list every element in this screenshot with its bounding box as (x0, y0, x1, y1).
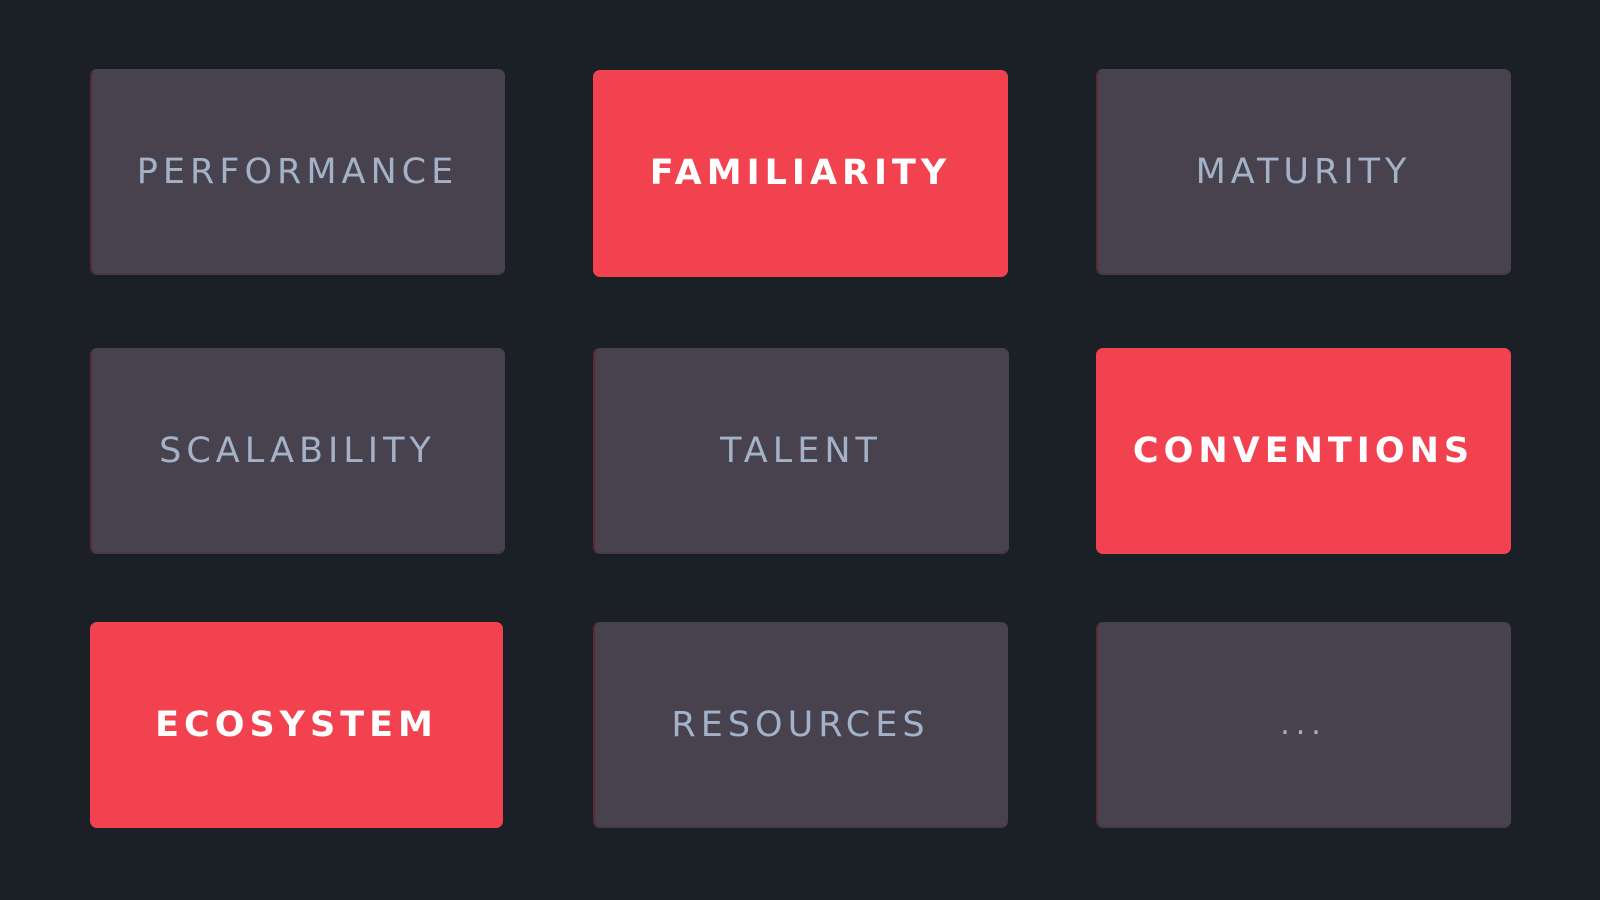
tile-grid: PERFORMANCE FAMILIARITY MATURITY SCALABI… (0, 0, 1600, 900)
tile-ecosystem[interactable]: ECOSYSTEM (90, 622, 503, 828)
tile-maturity[interactable]: MATURITY (1096, 69, 1511, 275)
tile-label: ECOSYSTEM (155, 704, 438, 745)
tile-talent[interactable]: TALENT (593, 348, 1009, 554)
tile-label: FAMILIARITY (649, 153, 952, 193)
more-ellipsis: ... (1280, 707, 1327, 742)
tile-label: RESOURCES (671, 704, 930, 745)
tile-label: MATURITY (1195, 151, 1412, 192)
tile-scalability[interactable]: SCALABILITY (90, 348, 505, 554)
tile-performance[interactable]: PERFORMANCE (90, 69, 505, 275)
tile-label: PERFORMANCE (136, 151, 459, 192)
tile-resources[interactable]: RESOURCES (593, 622, 1008, 828)
tile-label: TALENT (720, 430, 882, 471)
tile-familiarity[interactable]: FAMILIARITY (593, 70, 1008, 277)
tile-label: SCALABILITY (159, 430, 436, 471)
tile-more[interactable]: ... (1096, 622, 1511, 828)
tile-conventions[interactable]: CONVENTIONS (1096, 348, 1511, 554)
tile-label: CONVENTIONS (1132, 430, 1475, 471)
